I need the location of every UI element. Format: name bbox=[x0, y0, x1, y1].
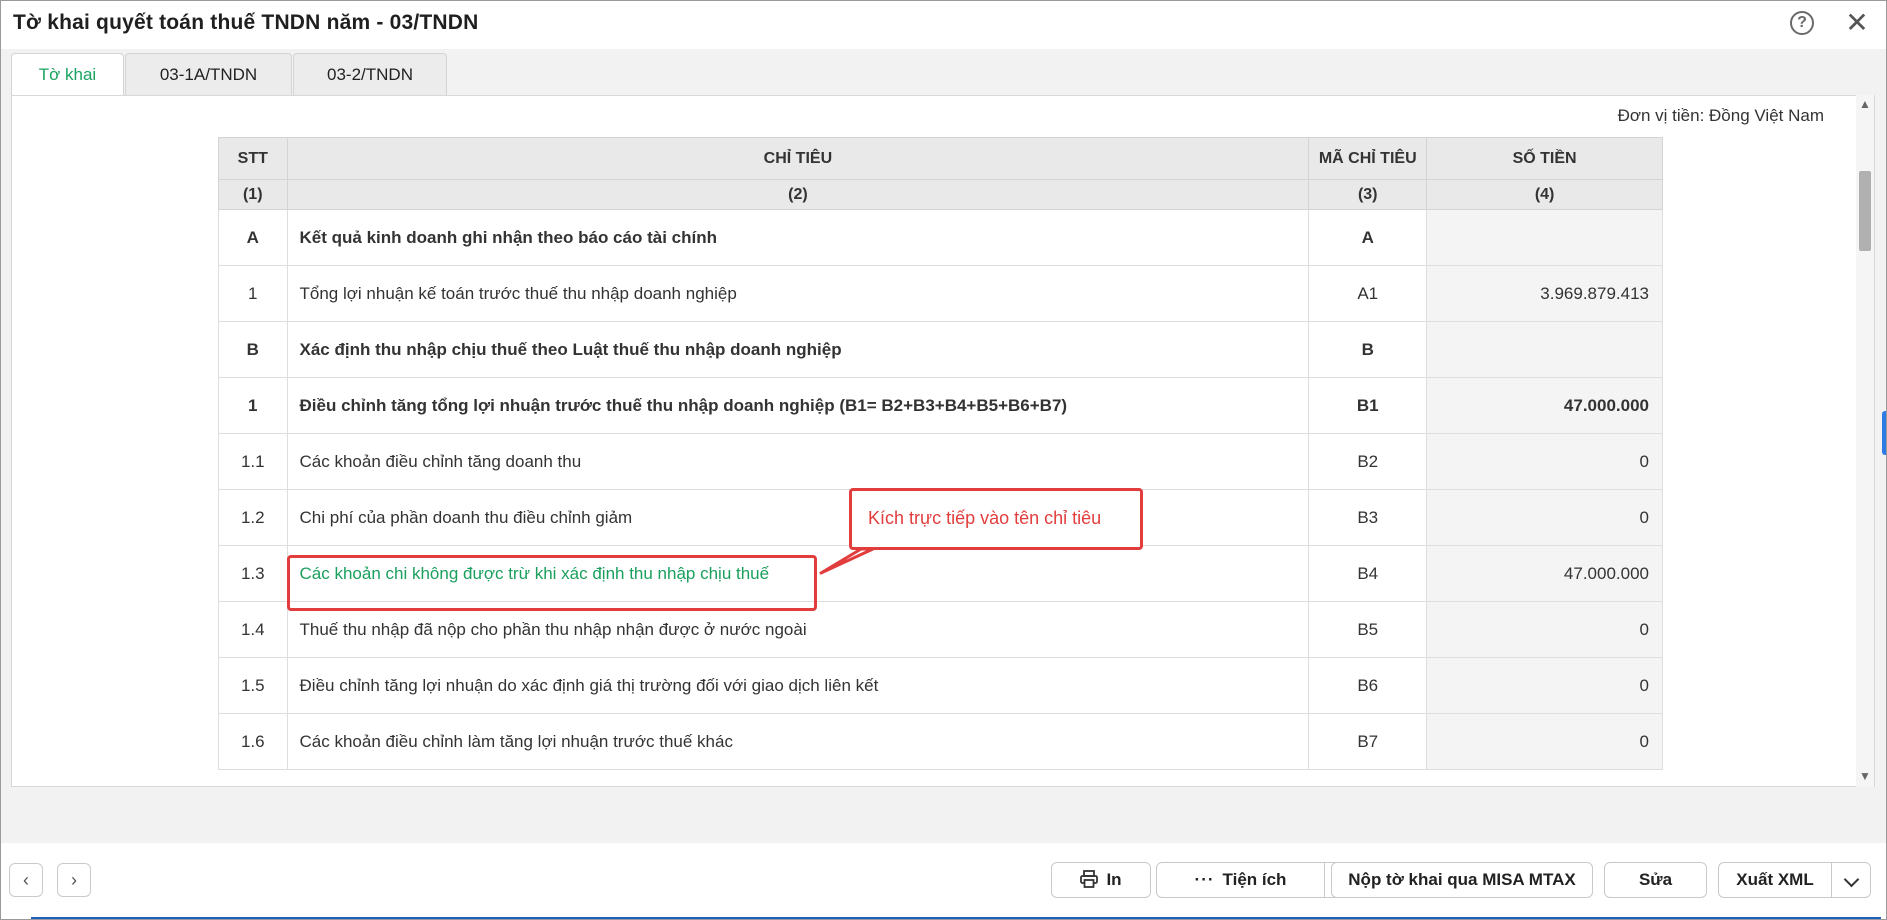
export-xml-button[interactable]: Xuất XML bbox=[1718, 862, 1832, 898]
scroll-thumb[interactable] bbox=[1859, 171, 1871, 251]
row-name: Các khoản điều chỉnh tăng doanh thu bbox=[286, 433, 1310, 490]
row-name: Các khoản điều chỉnh làm tăng lợi nhuận … bbox=[286, 713, 1310, 770]
row-amount: 0 bbox=[1426, 601, 1663, 658]
row-stt: 1.6 bbox=[218, 713, 288, 770]
table-row: 1.6 Các khoản điều chỉnh làm tăng lợi nh… bbox=[218, 713, 1663, 770]
row-code: B2 bbox=[1308, 433, 1428, 490]
bottom-accent-line bbox=[31, 917, 1881, 919]
scroll-down-arrow-icon[interactable]: ▼ bbox=[1859, 769, 1871, 783]
previous-button[interactable]: ‹ bbox=[9, 863, 43, 897]
row-stt: 1.4 bbox=[218, 601, 288, 658]
tab-03-1a-tndn[interactable]: 03-1A/TNDN bbox=[125, 53, 292, 95]
row-amount[interactable]: 3.969.879.413 bbox=[1426, 265, 1663, 322]
subheader-so-tien: (4) bbox=[1426, 179, 1663, 210]
row-stt: 1.1 bbox=[218, 433, 288, 490]
edit-button[interactable]: Sửa bbox=[1604, 862, 1707, 898]
table-row: B Xác định thu nhập chịu thuế theo Luật … bbox=[218, 321, 1663, 378]
row-code: B6 bbox=[1308, 657, 1428, 714]
table-row: 1.1 Các khoản điều chỉnh tăng doanh thu … bbox=[218, 433, 1663, 490]
export-xml-dropdown-button[interactable] bbox=[1831, 862, 1871, 898]
subheader-ma-chi-tieu: (3) bbox=[1308, 179, 1428, 210]
row-name: Tổng lợi nhuận kế toán trước thuế thu nh… bbox=[286, 265, 1310, 322]
row-name: Kết quả kinh doanh ghi nhận theo báo cáo… bbox=[286, 209, 1310, 266]
row-code: B7 bbox=[1308, 713, 1428, 770]
row-code: A1 bbox=[1308, 265, 1428, 322]
table-row: A Kết quả kinh doanh ghi nhận theo báo c… bbox=[218, 209, 1663, 266]
help-icon[interactable]: ? bbox=[1790, 11, 1814, 35]
utilities-label: Tiện ích bbox=[1222, 870, 1287, 889]
print-label: In bbox=[1106, 870, 1122, 889]
row-amount: 0 bbox=[1426, 713, 1663, 770]
scroll-up-arrow-icon[interactable]: ▲ bbox=[1859, 97, 1871, 111]
vertical-scrollbar[interactable]: ▲ ▼ bbox=[1856, 95, 1874, 787]
title-bar: Tờ khai quyết toán thuế TNDN năm - 03/TN… bbox=[1, 1, 1886, 49]
printer-icon bbox=[1080, 870, 1099, 888]
chevron-left-icon: ‹ bbox=[23, 870, 29, 890]
row-stt: A bbox=[218, 209, 288, 266]
row-code: B3 bbox=[1308, 489, 1428, 546]
tab-03-2-tndn[interactable]: 03-2/TNDN bbox=[293, 53, 447, 95]
row-stt: 1.2 bbox=[218, 489, 288, 546]
header-stt: STT bbox=[218, 137, 288, 180]
row-amount: 47.000.000 bbox=[1426, 545, 1663, 602]
subheader-stt: (1) bbox=[218, 179, 288, 210]
row-stt: B bbox=[218, 321, 288, 378]
header-so-tien: SỐ TIỀN bbox=[1426, 137, 1663, 180]
row-amount: 0 bbox=[1426, 433, 1663, 490]
chevron-down-icon bbox=[1843, 871, 1859, 888]
row-code: B bbox=[1308, 321, 1428, 378]
row-stt: 1 bbox=[218, 265, 288, 322]
table-row: 1.5 Điều chỉnh tăng lợi nhuận do xác địn… bbox=[218, 657, 1663, 714]
row-code: B5 bbox=[1308, 601, 1428, 658]
table-row: 1 Tổng lợi nhuận kế toán trước thuế thu … bbox=[218, 265, 1663, 322]
header-ma-chi-tieu: MÃ CHỈ TIÊU bbox=[1308, 137, 1428, 180]
chevron-right-icon: › bbox=[71, 870, 77, 890]
row-stt: 1 bbox=[218, 377, 288, 434]
header-chi-tieu: CHỈ TIÊU bbox=[286, 137, 1310, 180]
window-title: Tờ khai quyết toán thuế TNDN năm - 03/TN… bbox=[13, 11, 479, 34]
row-amount bbox=[1426, 321, 1663, 378]
row-amount bbox=[1426, 209, 1663, 266]
tab-to-khai[interactable]: Tờ khai bbox=[11, 53, 124, 96]
row-name: Điều chỉnh tăng lợi nhuận do xác định gi… bbox=[286, 657, 1310, 714]
row-amount: 47.000.000 bbox=[1426, 377, 1663, 434]
next-button[interactable]: › bbox=[57, 863, 91, 897]
declaration-table-wrap: STT CHỈ TIÊU MÃ CHỈ TIÊU SỐ TIỀN (1) (2)… bbox=[218, 137, 1663, 770]
dialog-window: Tờ khai quyết toán thuế TNDN năm - 03/TN… bbox=[0, 0, 1887, 920]
annotation-highlight-box bbox=[287, 555, 817, 611]
utilities-button[interactable]: ··· Tiện ích bbox=[1156, 862, 1325, 898]
footer-bar: ‹ › In ··· Tiện ích Nộp tờ khai qua MISA … bbox=[1, 843, 1886, 919]
subheader-chi-tieu: (2) bbox=[286, 179, 1310, 210]
declaration-table: STT CHỈ TIÊU MÃ CHỈ TIÊU SỐ TIỀN (1) (2)… bbox=[218, 137, 1663, 770]
more-dots-icon: ··· bbox=[1194, 870, 1215, 889]
row-amount: 0 bbox=[1426, 657, 1663, 714]
row-name: Chi phí của phần doanh thu điều chỉnh gi… bbox=[286, 489, 1310, 546]
print-button[interactable]: In bbox=[1051, 862, 1151, 898]
table-row: 1 Điều chỉnh tăng tổng lợi nhuận trước t… bbox=[218, 377, 1663, 434]
annotation-callout: Kích trực tiếp vào tên chỉ tiêu bbox=[849, 488, 1143, 550]
row-code: B4 bbox=[1308, 545, 1428, 602]
row-name: Điều chỉnh tăng tổng lợi nhuận trước thu… bbox=[286, 377, 1310, 434]
row-stt: 1.5 bbox=[218, 657, 288, 714]
side-panel-handle[interactable] bbox=[1882, 411, 1886, 455]
row-name: Xác định thu nhập chịu thuế theo Luật th… bbox=[286, 321, 1310, 378]
currency-unit-label: Đơn vị tiền: Đồng Việt Nam bbox=[1617, 106, 1824, 125]
close-icon[interactable]: ✕ bbox=[1843, 7, 1871, 39]
declaration-content: Đơn vị tiền: Đồng Việt Nam STT CHỈ TIÊU … bbox=[11, 95, 1875, 787]
row-code: A bbox=[1308, 209, 1428, 266]
row-code: B1 bbox=[1308, 377, 1428, 434]
row-amount: 0 bbox=[1426, 489, 1663, 546]
submit-mtax-button[interactable]: Nộp tờ khai qua MISA MTAX bbox=[1331, 862, 1593, 898]
row-stt: 1.3 bbox=[218, 545, 288, 602]
